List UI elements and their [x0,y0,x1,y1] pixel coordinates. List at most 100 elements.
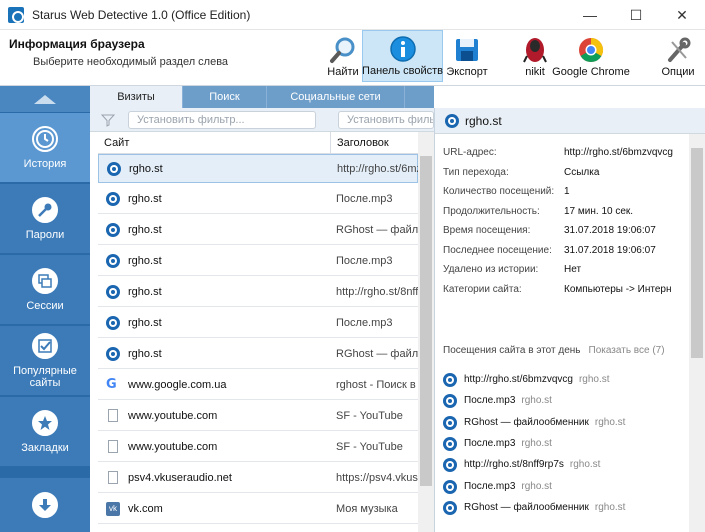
filter-icon [101,114,115,127]
sidebar-item-history[interactable]: История [0,113,90,183]
site-visits-title: Посещения сайта в этот день [443,345,581,356]
browser-button[interactable]: Google Chrome [552,30,630,82]
table-row[interactable]: Gwww.google.com.ua rghost - Поиск в Googl… [98,371,418,400]
cell-title: http://rgho.st/8nff9rp7s [336,286,418,298]
table-row[interactable]: rgho.st RGhost — файлообменник [98,216,418,245]
title-filter-input[interactable]: Установить фильт [338,111,434,129]
tab-search[interactable]: Поиск [183,86,267,108]
cell-site: rgho.st [128,193,162,205]
cell-site: rgho.st [128,224,162,236]
visit-title: После.mp3 [464,480,516,492]
property-key: Время посещения: [443,225,531,236]
table-scrollbar[interactable] [418,132,434,532]
cell-site: www.google.com.ua [128,379,227,391]
visit-title: После.mp3 [464,437,516,449]
property-row: Последнее посещение: 31.07.2018 19:06:07 [443,242,687,260]
tab-visits[interactable]: Визиты [90,86,183,108]
minimize-button[interactable]: — [567,0,613,30]
property-value: 31.07.2018 19:06:07 [564,244,656,256]
column-header-title[interactable]: Заголовок [330,132,418,154]
tab-social-networks[interactable]: Социальные сети [267,86,405,108]
table-row[interactable]: www.youtube.com SF - YouTube [98,433,418,462]
window-title: Starus Web Detective 1.0 (Office Edition… [32,7,251,22]
document-icon [106,409,120,423]
site-filter-input[interactable]: Установить фильтр... [128,111,316,129]
visit-host: rgho.st [569,459,601,471]
sidebar: История Пароли Сессии Популярные сайты З… [0,86,90,532]
wrench-icon [664,36,692,64]
visit-host: rgho.st [521,480,552,492]
properties-scrollbar[interactable] [689,134,705,532]
scrollbar-thumb[interactable] [420,156,432,486]
property-value[interactable]: http://rgho.st/6bmzvqvcg [564,144,673,162]
sidebar-scroll-up-button[interactable] [0,86,90,112]
property-key: Количество посещений: [443,186,555,197]
properties-panel-button[interactable]: Панель свойств [362,30,443,82]
visit-host: rgho.st [521,437,552,449]
globe-icon [106,285,120,299]
globe-icon [106,347,120,361]
property-row: Удалено из истории: Нет [443,261,687,279]
sidebar-item-bookmarks[interactable]: Закладки [0,397,90,467]
table-row[interactable]: psv4.vkuseraudio.net https://psv4.vkusera… [98,464,418,493]
sidebar-scroll-down-button[interactable] [0,478,90,532]
cell-site: rgho.st [128,286,162,298]
table-row[interactable]: rgho.st После.mp3 [98,247,418,276]
options-label: Опции [661,66,695,78]
export-button[interactable]: Экспорт [446,30,488,82]
visits-table: Сайт Заголовок rgho.st http://rgho.st/6mz… [98,132,418,532]
close-button[interactable]: ✕ [659,0,705,30]
visit-host: rgho.st [594,501,626,513]
maximize-button[interactable]: ☐ [613,0,659,30]
table-row[interactable]: rgho.st http://rgho.st/6mzvqvcg [98,154,418,183]
cell-title: RGhost — файлообменник [336,224,418,236]
property-row: Тип перехода: Ссылка [443,164,687,182]
cell-site: rgho.st [129,163,163,175]
vk-icon: vk [106,502,120,516]
property-key: Продолжительность: [443,205,540,217]
property-key: Тип перехода: [443,166,509,178]
chrome-icon [577,36,605,64]
sidebar-item-sessions[interactable]: Сессии [0,255,90,325]
table-row[interactable]: rgho.st После.mp3 [98,185,418,214]
sidebar-item-popular-sites[interactable]: Популярные сайты [0,326,90,396]
cell-title: SF - YouTube [336,441,403,453]
property-key: Удалено из истории: [443,264,539,275]
scrollbar-thumb[interactable] [691,148,703,358]
ribbon-header: Информация браузера Выберите необходимый… [0,30,705,86]
user-profile-button[interactable]: nikit [520,30,550,82]
sidebar-item-label: История [23,157,67,170]
star-icon [32,409,58,436]
globe-icon [443,415,457,430]
visit-host: rgho.st [521,395,552,407]
globe-icon [107,162,121,176]
properties-header: rgho.st [435,108,705,134]
property-key: URL-адрес: [443,147,497,158]
cell-title: http://rgho.st/6mzvqvcg [337,163,418,175]
property-value: Ссылка [564,166,600,178]
visit-title: http://rgho.st/8nff9rp7s [464,459,564,471]
table-row[interactable]: www.youtube.com SF - YouTube [98,402,418,431]
visit-host: rgho.st [578,374,610,385]
globe-icon [445,114,459,128]
show-all-link[interactable]: Показать все (7) [589,345,665,356]
property-value: Нет [564,264,582,275]
table-row[interactable]: rgho.st После.mp3 [98,309,418,338]
table-row[interactable]: rgho.st RGhost — файлообменник [98,340,418,369]
property-key: Последнее посещение: [443,244,552,256]
sidebar-item-passwords[interactable]: Пароли [0,184,90,254]
find-button[interactable]: Найти [325,30,361,82]
table-row[interactable]: vk vk.com Моя музыка [98,495,418,524]
user-label: nikit [525,66,545,78]
cell-site: www.youtube.com [128,441,218,453]
table-row[interactable]: rgho.st http://rgho.st/8nff9rp7s [98,278,418,307]
floppy-icon [453,36,481,64]
properties-panel: rgho.st URL-адрес: http://rgho.st/6bmzvqv… [434,108,705,532]
globe-icon [106,223,120,237]
property-key: Категории сайта: [443,283,522,295]
cell-title: Моя музыка [336,503,398,515]
title-bar: Starus Web Detective 1.0 (Office Edition… [0,0,705,30]
options-button[interactable]: Опции [660,30,696,82]
column-header-site[interactable]: Сайт [98,132,330,154]
properties-title: rgho.st [465,114,502,128]
